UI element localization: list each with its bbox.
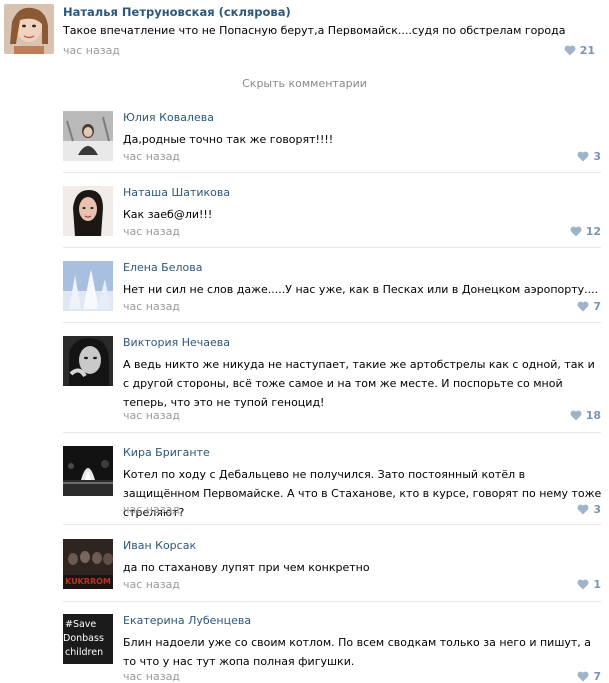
comment-text: Да,родные точно так же говорят!!!!: [123, 133, 334, 146]
heart-icon: [577, 671, 589, 682]
divider: [63, 432, 601, 433]
post-text: Такое впечатление что не Попасную берут,…: [63, 24, 566, 37]
comment: Елена Белова Нет ни сил не слов даже....…: [63, 261, 603, 319]
comment-avatar[interactable]: KUKRROM: [63, 539, 113, 589]
comment-avatar[interactable]: [63, 336, 113, 386]
divider: [63, 322, 601, 323]
comment: Виктория Нечаева А ведь никто же никуда …: [63, 336, 603, 426]
heart-icon: [570, 410, 582, 421]
post-like-button[interactable]: 21: [564, 44, 595, 57]
main-post: Наталья Петруновская (склярова) Такое вп…: [0, 0, 609, 70]
comment-time[interactable]: час назад: [123, 300, 180, 313]
comment-text: Котел по ходу с Дебальцево не получился.…: [123, 468, 605, 519]
comment-avatar[interactable]: [63, 446, 113, 496]
comment-avatar[interactable]: [63, 186, 113, 236]
comment-author[interactable]: Елена Белова: [123, 261, 202, 274]
comment-like-button[interactable]: 1: [577, 578, 601, 591]
heart-icon: [577, 301, 589, 312]
divider: [63, 247, 601, 248]
comment-time[interactable]: час назад: [123, 578, 180, 591]
comment-author[interactable]: Екатерина Лубенцева: [123, 614, 251, 627]
avatar-caption: #Save: [65, 619, 96, 630]
comment-text: да по стаханову лупят при чем конкретно: [123, 561, 370, 574]
comment-text: Как заеб@ли!!!: [123, 208, 213, 221]
comment-time[interactable]: час назад: [123, 409, 180, 422]
comment-time[interactable]: час назад: [123, 225, 180, 238]
comment-text: А ведь никто же никуда не наступает, так…: [123, 358, 599, 409]
heart-icon: [577, 504, 589, 515]
comment-time[interactable]: час назад: [123, 503, 180, 516]
comment-like-button[interactable]: 7: [577, 300, 601, 313]
post-time[interactable]: час назад: [63, 44, 120, 57]
comment-like-count: 1: [593, 578, 601, 591]
comment: Юлия Ковалева Да,родные точно так же гов…: [63, 111, 603, 169]
comment-avatar[interactable]: #Save Donbass children: [63, 614, 113, 664]
comment-like-count: 7: [593, 300, 601, 313]
comment-like-count: 12: [585, 225, 601, 238]
comment-like-count: 3: [593, 150, 601, 163]
heart-icon: [570, 226, 582, 237]
comment-time[interactable]: час назад: [123, 150, 180, 163]
comment-avatar[interactable]: [63, 111, 113, 161]
divider: [63, 524, 601, 525]
comment-like-count: 7: [593, 670, 601, 683]
heart-icon: [577, 151, 589, 162]
comment: KUKRROM Иван Корсак да по стаханову лупя…: [63, 539, 603, 597]
svg-text:children: children: [65, 647, 103, 658]
comment: Кира Бриганте Котел по ходу с Дебальцево…: [63, 446, 603, 520]
comment-like-button[interactable]: 12: [570, 225, 601, 238]
comment: Наташа Шатикова Как заеб@ли!!! час назад…: [63, 186, 603, 244]
comment-author[interactable]: Кира Бриганте: [123, 446, 210, 459]
heart-icon: [564, 45, 576, 56]
divider: [63, 172, 601, 173]
comment-text: Блин надоели уже со своим котлом. По все…: [123, 636, 595, 668]
divider: [63, 601, 601, 602]
comment-author[interactable]: Виктория Нечаева: [123, 336, 230, 349]
comment-author[interactable]: Иван Корсак: [123, 539, 196, 552]
comment-text: Нет ни сил не слов даже.....У нас уже, к…: [123, 283, 599, 296]
heart-icon: [577, 579, 589, 590]
comment-like-button[interactable]: 18: [570, 409, 601, 422]
svg-text:Donbass: Donbass: [63, 633, 104, 644]
post-like-count: 21: [579, 44, 595, 57]
comment-author[interactable]: Наташа Шатикова: [123, 186, 230, 199]
comment: #Save Donbass children Екатерина Лубенце…: [63, 614, 603, 683]
comment-time[interactable]: час назад: [123, 670, 180, 683]
comment-like-button[interactable]: 7: [577, 670, 601, 683]
hide-comments-link[interactable]: Скрыть комментарии: [0, 77, 609, 90]
post-author-name[interactable]: Наталья Петруновская (склярова): [63, 5, 291, 19]
comment-avatar[interactable]: [63, 261, 113, 311]
post-author-avatar[interactable]: [4, 4, 54, 54]
comment-like-button[interactable]: 3: [577, 503, 601, 516]
comment-like-count: 18: [585, 409, 601, 422]
avatar-caption: KUKRROM: [65, 577, 111, 586]
comment-like-button[interactable]: 3: [577, 150, 601, 163]
comment-like-count: 3: [593, 503, 601, 516]
comment-author[interactable]: Юлия Ковалева: [123, 111, 214, 124]
